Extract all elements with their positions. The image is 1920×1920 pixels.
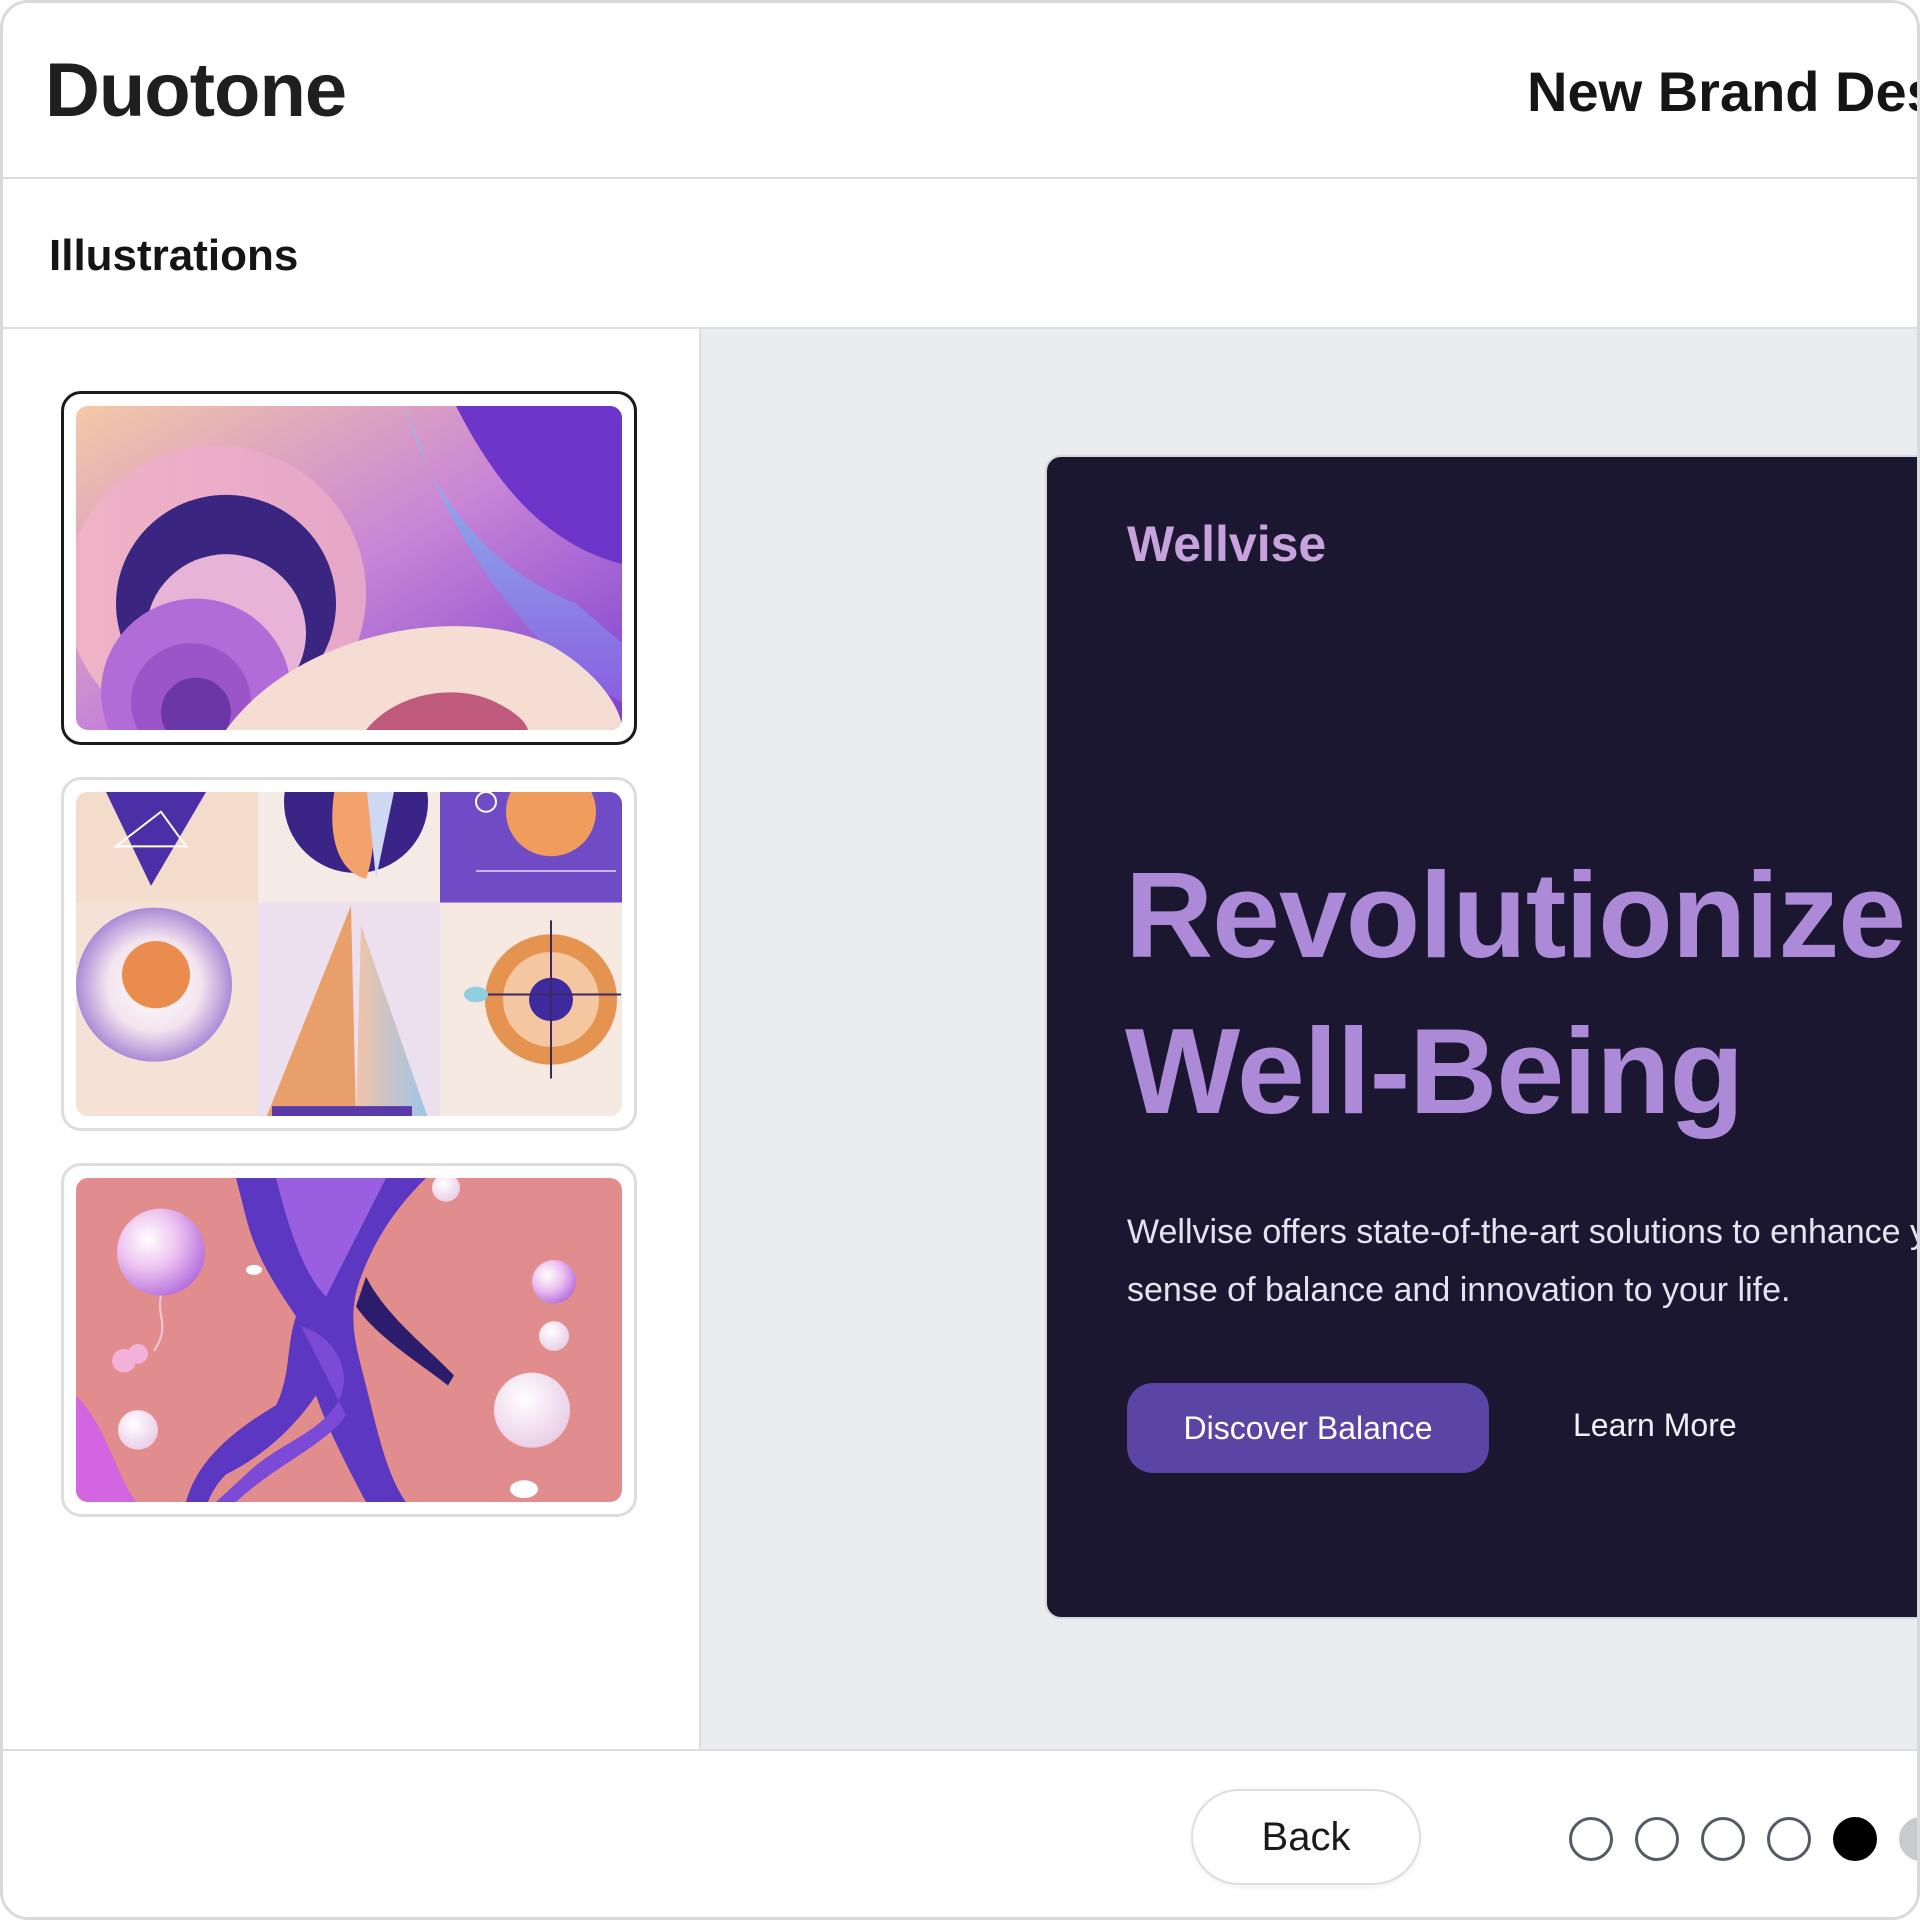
pagination-dot-1[interactable] bbox=[1569, 1817, 1613, 1861]
learn-more-link[interactable]: Learn More bbox=[1573, 1407, 1737, 1444]
dancer-illustration bbox=[76, 1178, 622, 1502]
app-window: Duotone New Brand Desi Illustrations Wel… bbox=[0, 0, 1920, 1920]
discover-balance-button[interactable]: Discover Balance bbox=[1127, 1383, 1489, 1473]
app-title: Duotone bbox=[45, 48, 347, 133]
preview-area: Wellvise Revolutionize Your Well-Being W… bbox=[701, 329, 1917, 1749]
section-header: Illustrations bbox=[3, 179, 1917, 329]
swirl-illustration bbox=[76, 406, 622, 730]
pagination-dot-3[interactable] bbox=[1701, 1817, 1745, 1861]
app-header: Duotone New Brand Desi bbox=[3, 3, 1917, 179]
pagination-dot-4[interactable] bbox=[1767, 1817, 1811, 1861]
illustration-option-dancer[interactable] bbox=[61, 1163, 637, 1517]
document-title: New Brand Desi bbox=[1527, 60, 1920, 123]
pagination-dot-2[interactable] bbox=[1635, 1817, 1679, 1861]
hero-description: Wellvise offers state-of-the-art solutio… bbox=[1127, 1213, 1917, 1309]
back-button[interactable]: Back bbox=[1191, 1789, 1421, 1885]
footer: Back bbox=[3, 1749, 1917, 1917]
hero-preview-card: Wellvise Revolutionize Your Well-Being W… bbox=[1045, 455, 1917, 1619]
illustration-sidebar bbox=[3, 329, 701, 1749]
illustration-option-geometric[interactable] bbox=[61, 777, 637, 1131]
hero-heading: Revolutionize Your Well-Being bbox=[1125, 847, 1917, 1139]
section-title: Illustrations bbox=[49, 231, 299, 280]
geometric-grid-illustration bbox=[76, 792, 622, 1116]
brand-name: Wellvise bbox=[1127, 516, 1327, 572]
pagination-dot-5-current[interactable] bbox=[1833, 1817, 1877, 1861]
illustration-option-swirl[interactable] bbox=[61, 391, 637, 745]
pagination-dot-6[interactable] bbox=[1899, 1817, 1917, 1861]
